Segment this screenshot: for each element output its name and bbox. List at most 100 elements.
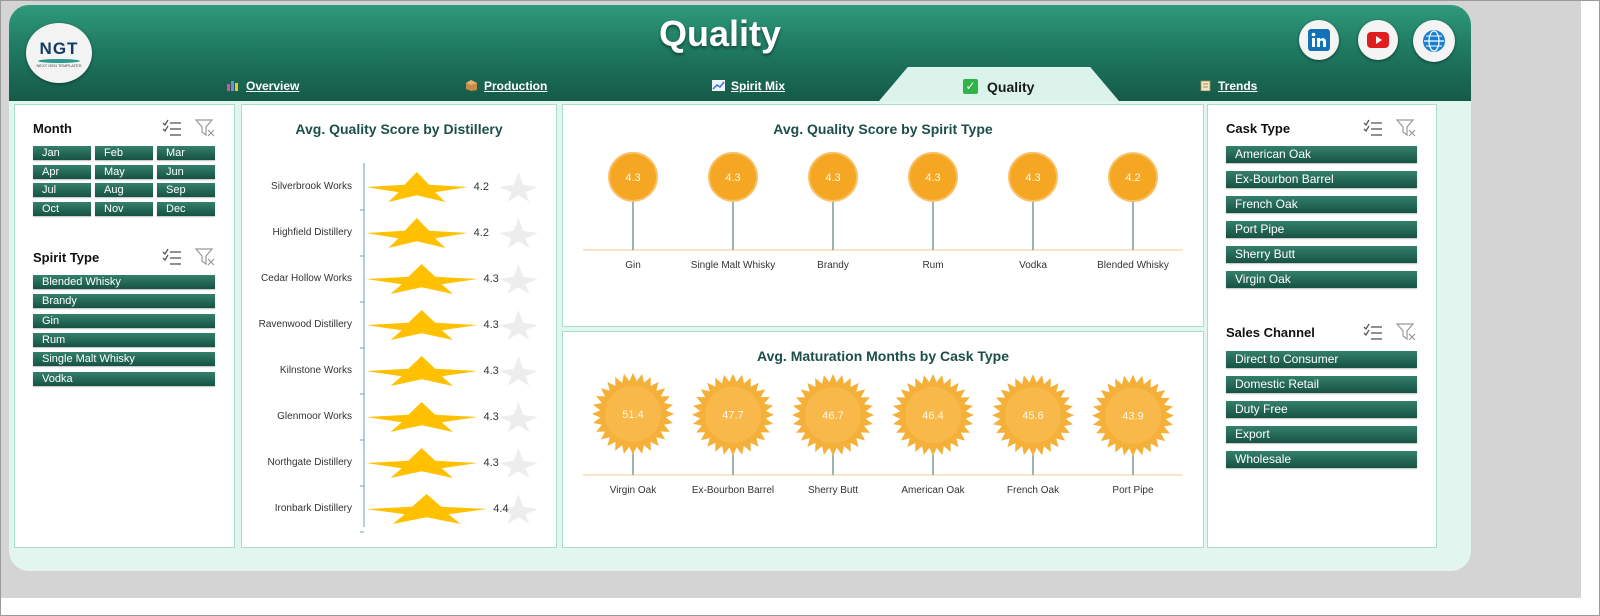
- slicer-item[interactable]: Apr: [33, 164, 91, 179]
- star-bar[interactable]: [366, 356, 478, 386]
- star-bar[interactable]: [366, 448, 478, 478]
- value-label: 4.3: [483, 365, 499, 377]
- value-label: 4.3: [725, 172, 740, 184]
- left-slicer-panel: Month Jan Feb Mar Apr May Jun Jul Aug Sep Oct Nov D…: [14, 104, 235, 548]
- month-slicer-title: Month: [33, 121, 72, 136]
- slicer-item[interactable]: Gin: [33, 313, 215, 328]
- clear-filter-icon[interactable]: [194, 248, 215, 266]
- category-label: Cedar Hollow Works: [261, 273, 352, 284]
- value-label: 43.9: [1122, 411, 1143, 423]
- tab-overview-label: Overview: [246, 79, 300, 93]
- slicer-item[interactable]: Sherry Butt: [1226, 246, 1417, 263]
- distillery-chart-panel: Avg. Quality Score by Distillery Silverb…: [241, 104, 557, 548]
- clear-filter-icon[interactable]: [194, 119, 215, 137]
- line-chart-icon: [712, 80, 725, 91]
- star-bar[interactable]: [366, 172, 468, 202]
- slicer-item[interactable]: French Oak: [1226, 196, 1417, 213]
- tab-production[interactable]: Production: [465, 79, 547, 99]
- globe-icon: [1422, 29, 1446, 53]
- header-bar: NGT NEXT GEN TEMPLATES Quality Overview …: [9, 5, 1471, 101]
- page-title: Quality: [658, 13, 782, 54]
- clear-filter-icon[interactable]: [1395, 323, 1416, 341]
- cask-type-slicer-title: Cask Type: [1226, 121, 1291, 136]
- slicer-item[interactable]: Nov: [95, 201, 153, 216]
- star-bar[interactable]: [366, 494, 488, 524]
- value-label: 4.3: [483, 319, 499, 331]
- category-label: Ravenwood Distillery: [258, 319, 352, 330]
- slicer-item[interactable]: Vodka: [33, 371, 215, 386]
- sales-channel-slicer-title: Sales Channel: [1226, 325, 1315, 340]
- value-label: 51.4: [622, 409, 643, 421]
- category-label: Highfield Distillery: [272, 227, 352, 238]
- slicer-item[interactable]: Jul: [33, 183, 91, 197]
- slicer-item[interactable]: Jun: [157, 164, 215, 179]
- star-track: [499, 172, 538, 202]
- clear-filter-icon[interactable]: [1395, 119, 1416, 137]
- category-label: Northgate Distillery: [267, 457, 352, 468]
- multi-select-icon[interactable]: [1363, 119, 1383, 137]
- value-label: 4.4: [493, 503, 509, 515]
- star-bar[interactable]: [366, 402, 478, 432]
- tab-overview[interactable]: Overview: [227, 79, 299, 99]
- tab-spirit-mix-label: Spirit Mix: [731, 79, 786, 93]
- value-label: 4.2: [473, 181, 489, 193]
- youtube-button[interactable]: [1358, 20, 1398, 60]
- slicer-item[interactable]: Brandy: [33, 294, 215, 309]
- multi-select-icon[interactable]: [1363, 323, 1383, 341]
- value-label: 4.2: [1125, 172, 1140, 184]
- star-track: [499, 218, 538, 248]
- value-label: 46.7: [822, 410, 843, 422]
- value-label: 4.3: [483, 411, 499, 423]
- slicer-item[interactable]: Port Pipe: [1226, 221, 1417, 238]
- slicer-item[interactable]: Jan: [33, 146, 91, 160]
- slicer-item[interactable]: Single Malt Whisky: [33, 352, 215, 367]
- slicer-item[interactable]: American Oak: [1226, 146, 1417, 163]
- category-label: Ironbark Distillery: [274, 503, 352, 514]
- multi-select-icon[interactable]: [162, 119, 182, 137]
- cask-chart-panel: Avg. Maturation Months by Cask Type 51.4…: [562, 331, 1204, 548]
- category-label: Blended Whisky: [1097, 260, 1169, 271]
- slicer-item[interactable]: May: [95, 164, 153, 179]
- star-track: [499, 310, 538, 340]
- tab-spirit-mix[interactable]: Spirit Mix: [712, 79, 785, 99]
- slicer-item[interactable]: Wholesale: [1226, 451, 1417, 468]
- slicer-item[interactable]: Duty Free: [1226, 401, 1417, 418]
- website-button[interactable]: [1413, 20, 1455, 62]
- slicer-item[interactable]: Blended Whisky: [33, 275, 215, 289]
- spirit-chart-panel: Avg. Quality Score by Spirit Type 4.3 4.3…: [562, 104, 1204, 327]
- slicer-item[interactable]: Domestic Retail: [1226, 376, 1417, 393]
- category-label: Kilnstone Works: [279, 365, 352, 376]
- category-label: Port Pipe: [1112, 485, 1154, 496]
- slicer-item[interactable]: Aug: [95, 183, 153, 197]
- tab-trends[interactable]: Trends: [1199, 79, 1257, 99]
- multi-select-icon[interactable]: [162, 248, 182, 266]
- value-label: 47.7: [722, 410, 743, 422]
- value-label: 4.2: [473, 227, 489, 239]
- slicer-item[interactable]: Sep: [157, 183, 215, 197]
- spirit-type-slicer-title: Spirit Type: [33, 250, 100, 265]
- right-slicer-panel: Cask Type American Oak Ex-Bourbon Barrel F…: [1207, 104, 1437, 548]
- value-label: 4.3: [483, 273, 499, 285]
- star-track: [499, 402, 538, 432]
- star-bar[interactable]: [366, 218, 468, 248]
- linkedin-button[interactable]: [1299, 20, 1339, 60]
- slicer-item[interactable]: Oct: [33, 201, 91, 216]
- star-bar[interactable]: [366, 310, 478, 340]
- tab-trends-label: Trends: [1218, 79, 1258, 93]
- slicer-item[interactable]: Mar: [157, 146, 215, 160]
- slicer-item[interactable]: Dec: [157, 201, 215, 216]
- slicer-item[interactable]: Ex-Bourbon Barrel: [1226, 171, 1417, 188]
- star-track: [499, 264, 538, 294]
- tab-quality-label: Quality: [987, 79, 1035, 95]
- slicer-item[interactable]: Virgin Oak: [1226, 271, 1417, 288]
- star-bar[interactable]: [366, 264, 478, 294]
- value-label: 4.3: [925, 172, 940, 184]
- tab-quality[interactable]: ✓ Quality: [879, 67, 1119, 101]
- category-label: Silverbrook Works: [271, 181, 352, 192]
- slicer-item[interactable]: Rum: [33, 332, 215, 347]
- slicer-item[interactable]: Feb: [95, 146, 153, 160]
- tab-production-label: Production: [484, 79, 548, 93]
- logo-subtext: NEXT GEN TEMPLATES: [36, 63, 82, 68]
- slicer-item[interactable]: Direct to Consumer: [1226, 351, 1417, 368]
- slicer-item[interactable]: Export: [1226, 426, 1417, 443]
